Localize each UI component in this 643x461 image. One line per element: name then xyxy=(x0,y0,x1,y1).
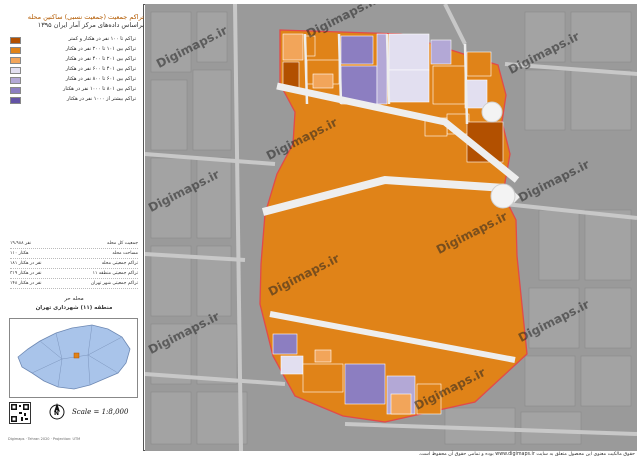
legend-swatch xyxy=(10,47,21,54)
stat-value: ۳۱۹ نفر در هکتار xyxy=(10,271,42,276)
legend-swatch xyxy=(10,87,21,94)
qr-code-icon xyxy=(9,402,31,424)
locator-inset-map xyxy=(9,318,138,398)
legend-item: تراکم بین ۲۰۱ تا ۴۰۰ نفر در هکتار xyxy=(10,56,140,65)
legend-label: تراکم بین ۲۰۱ تا ۴۰۰ نفر در هکتار xyxy=(65,56,136,62)
title-line-1: تراکم جمعیت (جمعیت نسبی) ساکنین محله xyxy=(27,13,144,21)
stat-value: ۱۸۱ نفر در هکتار xyxy=(10,261,42,266)
roundabout xyxy=(481,101,503,123)
stat-row: ۱۱۰ هکتار مساحت محله xyxy=(10,250,138,259)
credit-line: Digimaps · Tehran 2020 · Projection: UTM xyxy=(8,437,81,441)
location-subtitle: منطقه (۱۱) شهرداری تهران xyxy=(35,305,113,311)
legend-item: تراکم بین ۸۰۱ تا ۱۰۰۰ نفر در هکتار xyxy=(10,86,140,95)
stat-label: جمعیت کل محله xyxy=(107,241,138,246)
legend-label: تراکم تا ۱۰۰ نفر در هکتار و کمتر xyxy=(68,36,136,42)
stat-row: ۱۴۸ نفر در هکتار تراکم جمعیتی شهر تهران xyxy=(10,280,138,289)
north-arrow-icon: N xyxy=(48,402,66,422)
stat-row: ۱۸۱ نفر در هکتار تراکم جمعیتی محله xyxy=(10,260,138,269)
legend-item: تراکم تا ۱۰۰ نفر در هکتار و کمتر xyxy=(10,36,140,45)
north-label: N xyxy=(54,410,60,417)
legend-label: تراکم بین ۸۰۱ تا ۱۰۰۰ نفر در هکتار xyxy=(63,86,136,92)
stat-row: ۳۱۹ نفر در هکتار تراکم جمعیتی منطقه ۱۱ xyxy=(10,270,138,279)
location-title: محله حر xyxy=(64,296,84,302)
legend-label: تراکم بین ۴۰۱ تا ۶۰۰ نفر در هکتار xyxy=(65,66,136,72)
legend-swatch xyxy=(10,57,21,64)
legend-swatch xyxy=(10,97,21,104)
scale-label: Scale = 1:8,000 xyxy=(72,408,129,416)
stat-value: ۱۱۰ هکتار xyxy=(10,251,29,256)
map-area: Digimaps.ir Digimaps.ir Digimaps.ir Digi… xyxy=(145,4,637,451)
stat-value: ۱۴۸ نفر در هکتار xyxy=(10,281,42,286)
map-svg xyxy=(145,4,637,451)
map-title: تراکم جمعیت (جمعیت نسبی) ساکنین محله برا… xyxy=(12,13,144,29)
legend-item: تراکم بین ۱۰۱ تا ۲۰۰ نفر در هکتار xyxy=(10,46,140,55)
copyright-footer: حقوق مالکیت معنوی این محصول متعلق به سای… xyxy=(418,452,635,457)
roundabout xyxy=(490,183,516,209)
legend-item: تراکم بین ۶۰۱ تا ۸۰۰ نفر در هکتار xyxy=(10,76,140,85)
legend-label: تراکم بیشتر از ۱۰۰۰ نفر در هکتار xyxy=(66,96,136,102)
neighborhood-marker xyxy=(73,352,80,359)
legend-item: تراکم بین ۴۰۱ تا ۶۰۰ نفر در هکتار xyxy=(10,66,140,75)
stat-label: تراکم جمعیتی منطقه ۱۱ xyxy=(92,271,138,276)
legend-item: تراکم بیشتر از ۱۰۰۰ نفر در هکتار xyxy=(10,96,140,105)
stat-row: ۱۹،۹۸۸ نفر جمعیت کل محله xyxy=(10,240,138,249)
legend-swatch xyxy=(10,37,21,44)
legend-label: تراکم بین ۱۰۱ تا ۲۰۰ نفر در هکتار xyxy=(65,46,136,52)
stat-label: تراکم جمعیتی شهر تهران xyxy=(90,281,138,286)
tehran-outline xyxy=(17,324,131,390)
legend-swatch xyxy=(10,67,21,74)
stat-label: مساحت محله xyxy=(112,251,138,256)
title-line-2: براساس داده‌های مرکز آمار ایران ۱۳۹۵ xyxy=(37,21,144,29)
legend-swatch xyxy=(10,77,21,84)
legend-label: تراکم بین ۶۰۱ تا ۸۰۰ نفر در هکتار xyxy=(65,76,136,82)
stat-label: تراکم جمعیتی محله xyxy=(101,261,138,266)
stat-value: ۱۹،۹۸۸ نفر xyxy=(10,241,31,246)
